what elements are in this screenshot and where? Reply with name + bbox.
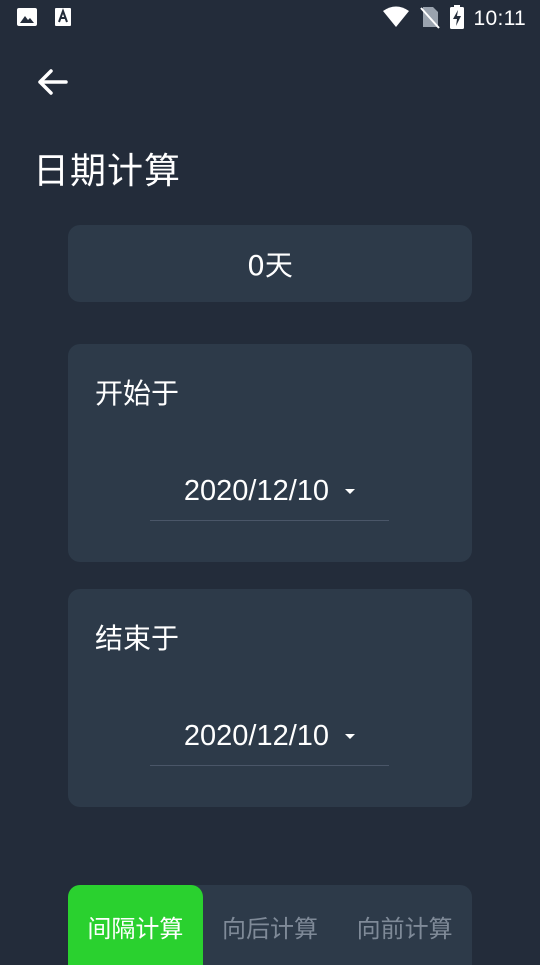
- no-sim-icon: [419, 5, 440, 33]
- status-left-icons: [16, 7, 72, 31]
- back-button[interactable]: [30, 60, 74, 104]
- dropdown-arrow-icon: [345, 488, 356, 494]
- tab-backward[interactable]: 向前计算: [337, 885, 472, 965]
- start-date-dropdown[interactable]: 2020/12/10: [150, 462, 389, 521]
- status-bar: 10:11: [0, 0, 540, 36]
- end-date-card: 结束于 2020/12/10: [68, 589, 472, 807]
- result-value: 0天: [247, 248, 293, 282]
- dropdown-arrow-icon: [345, 733, 356, 739]
- calculation-mode-tabs: 间隔计算 向后计算 向前计算: [68, 885, 472, 965]
- battery-charging-icon: [449, 5, 464, 33]
- end-date-label: 结束于: [95, 622, 180, 655]
- page-title: 日期计算: [33, 151, 182, 192]
- end-date-dropdown[interactable]: 2020/12/10: [150, 707, 389, 766]
- arrow-left-icon: [38, 69, 68, 95]
- tab-forward[interactable]: 向后计算: [203, 885, 338, 965]
- font-icon: [54, 7, 72, 31]
- image-icon: [16, 7, 38, 31]
- status-right-icons: 10:11: [382, 5, 527, 33]
- wifi-icon: [382, 6, 410, 32]
- start-date-value: 2020/12/10: [183, 474, 330, 507]
- start-date-card: 开始于 2020/12/10: [68, 344, 472, 562]
- tab-interval[interactable]: 间隔计算: [68, 885, 203, 965]
- end-date-value: 2020/12/10: [183, 719, 330, 752]
- start-date-label: 开始于: [95, 377, 180, 410]
- result-card: 0天: [68, 225, 472, 302]
- status-time: 10:11: [473, 7, 526, 30]
